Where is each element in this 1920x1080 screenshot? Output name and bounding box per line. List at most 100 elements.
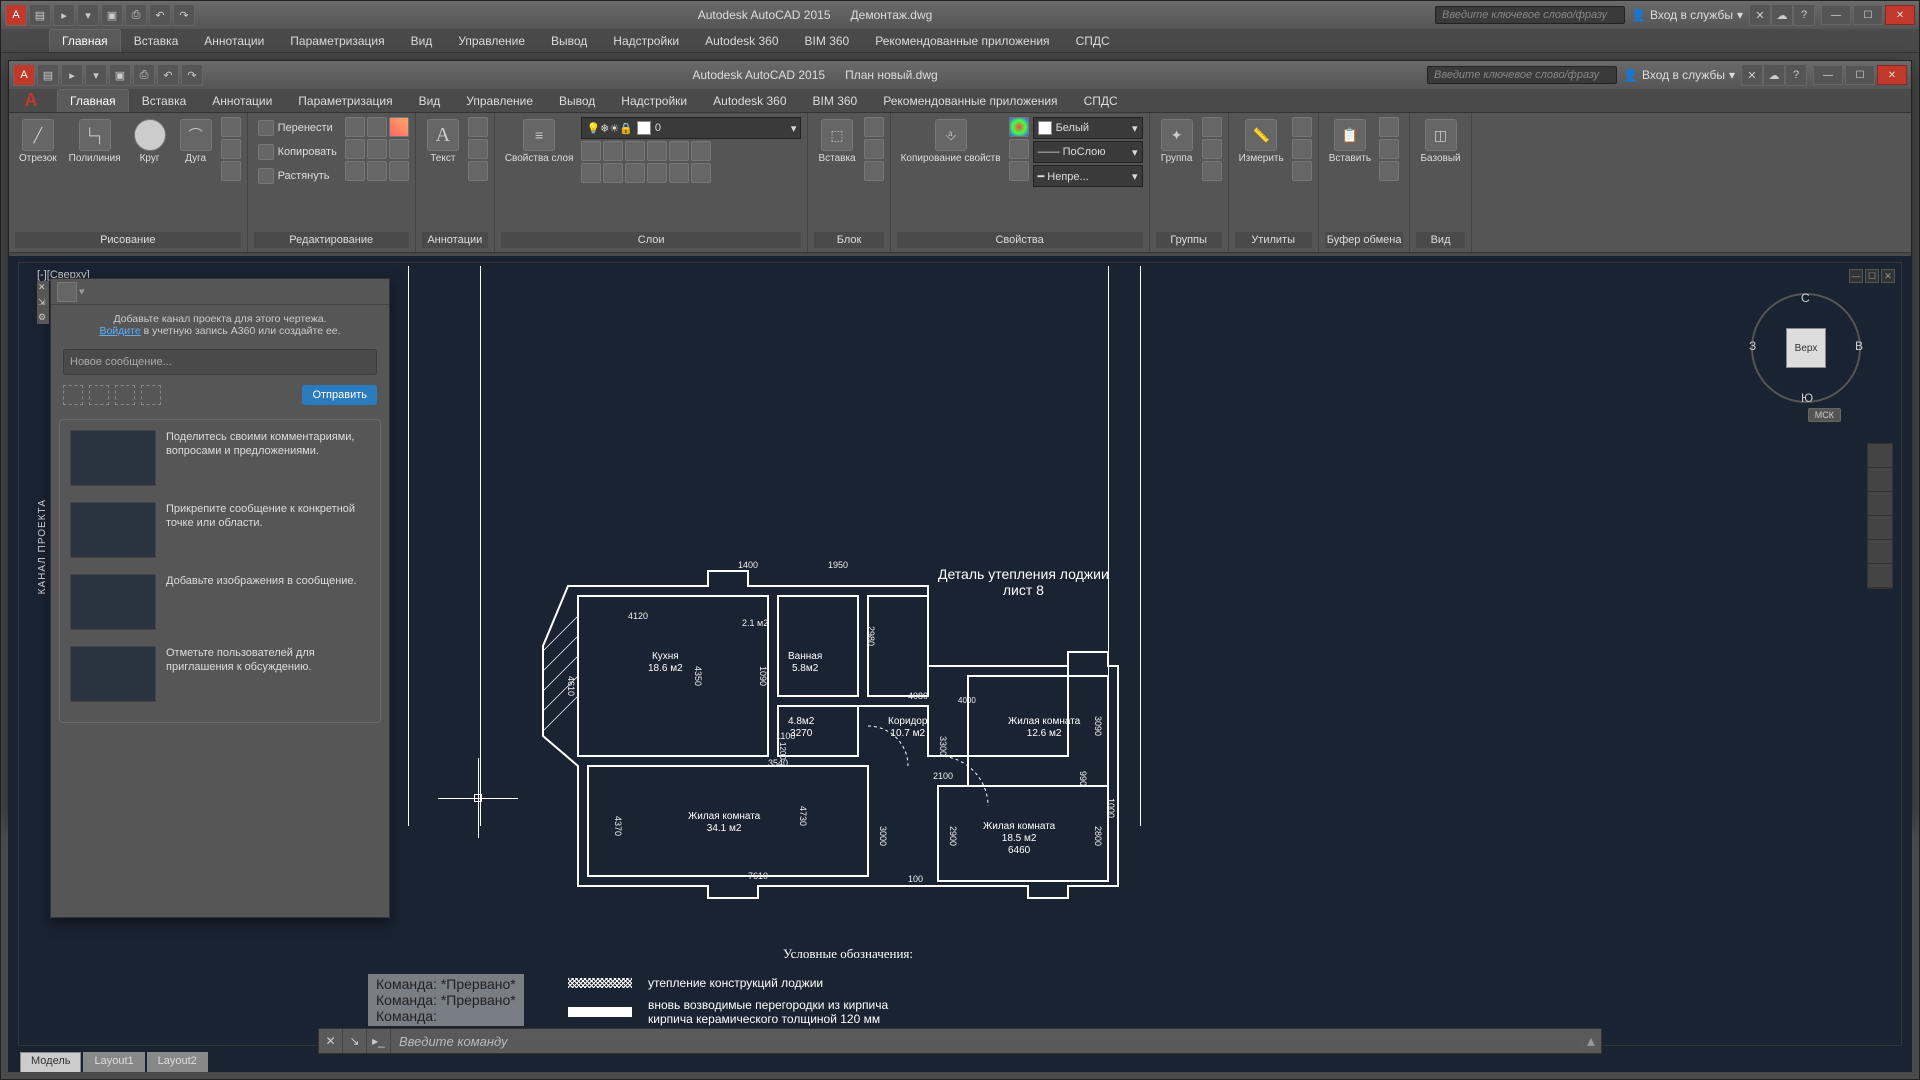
panel-annotation-title[interactable]: Аннотации bbox=[422, 232, 488, 248]
save-icon[interactable]: ▾ bbox=[85, 64, 107, 86]
minimize-button[interactable]: — bbox=[1821, 5, 1851, 25]
lineweight-combo[interactable]: ━ Непре...▾ bbox=[1033, 165, 1143, 187]
block-tool-icon[interactable] bbox=[864, 139, 884, 159]
app-menu-icon[interactable]: A bbox=[5, 4, 27, 26]
redo-icon[interactable]: ↷ bbox=[181, 64, 203, 86]
rotate-icon[interactable] bbox=[345, 117, 365, 137]
tab-spds[interactable]: СПДС bbox=[1063, 29, 1123, 52]
layer-tool-icon[interactable] bbox=[625, 163, 645, 183]
saveas-icon[interactable]: ▣ bbox=[101, 4, 123, 26]
group-button[interactable]: ✦Группа bbox=[1156, 117, 1198, 166]
cloud-icon[interactable]: ☁ bbox=[1763, 64, 1785, 86]
layer-tool-icon[interactable] bbox=[581, 163, 601, 183]
group-tool-icon[interactable] bbox=[1202, 139, 1222, 159]
table-icon[interactable] bbox=[468, 161, 488, 181]
help-icon[interactable]: ? bbox=[1785, 64, 1807, 86]
cmd-close-icon[interactable]: ✕ bbox=[319, 1029, 343, 1053]
layer-tool-icon[interactable] bbox=[647, 163, 667, 183]
layer-tool-icon[interactable] bbox=[669, 163, 689, 183]
wcs-badge[interactable]: МСК bbox=[1808, 408, 1841, 422]
exchange-icon[interactable]: ✕ bbox=[1741, 64, 1763, 86]
tab-bim360[interactable]: BIM 360 bbox=[792, 29, 863, 52]
modify-icon[interactable] bbox=[389, 139, 409, 159]
viewcube[interactable]: Верх С Ю В З bbox=[1751, 293, 1861, 403]
tab-home[interactable]: Главная bbox=[57, 89, 129, 112]
tab-annotate[interactable]: Аннотации bbox=[191, 29, 277, 52]
tab-insert[interactable]: Вставка bbox=[121, 29, 192, 52]
app-logo-icon[interactable]: A bbox=[11, 89, 51, 111]
panel-properties-title[interactable]: Свойства bbox=[897, 232, 1143, 248]
tab-manage[interactable]: Управление bbox=[445, 29, 538, 52]
saveas-icon[interactable]: ▣ bbox=[109, 64, 131, 86]
insert-block-button[interactable]: ⬚Вставка bbox=[814, 117, 859, 166]
panel-draw-title[interactable]: Рисование bbox=[15, 232, 241, 248]
group-tool-icon[interactable] bbox=[1202, 161, 1222, 181]
back-login[interactable]: 👤 Вход в службы ▾ bbox=[1625, 8, 1749, 22]
feed-close-icon[interactable]: ✕ bbox=[37, 281, 49, 294]
tab-apps[interactable]: Рекомендованные приложения bbox=[870, 89, 1070, 112]
panel-utilities-title[interactable]: Утилиты bbox=[1235, 232, 1312, 248]
layer-tool-icon[interactable] bbox=[625, 141, 645, 161]
block-tool-icon[interactable] bbox=[864, 117, 884, 137]
open-icon[interactable]: ▸ bbox=[61, 64, 83, 86]
command-input[interactable]: Введите команду bbox=[391, 1034, 1581, 1049]
layer-tool-icon[interactable] bbox=[603, 163, 623, 183]
layer-tool-icon[interactable] bbox=[603, 141, 623, 161]
color-combo[interactable]: Белый▾ bbox=[1033, 117, 1143, 139]
tab-spds[interactable]: СПДС bbox=[1071, 89, 1131, 112]
array-icon[interactable] bbox=[367, 161, 387, 181]
back-search-input[interactable]: Введите ключевое слово/фразу bbox=[1435, 6, 1625, 24]
front-search-input[interactable]: Введите ключевое слово/фразу bbox=[1427, 66, 1617, 84]
fillet-icon[interactable] bbox=[367, 139, 387, 159]
cmd-prompt-icon[interactable]: ▸_ bbox=[367, 1029, 391, 1053]
tab-bim360[interactable]: BIM 360 bbox=[800, 89, 871, 112]
layer-tool-icon[interactable] bbox=[581, 141, 601, 161]
feed-login-link[interactable]: Войдите bbox=[99, 325, 140, 337]
maximize-button[interactable]: ☐ bbox=[1845, 65, 1875, 85]
feed-pin-icon[interactable]: ⇲ bbox=[37, 296, 49, 309]
draw-extra-icon[interactable] bbox=[221, 161, 241, 181]
navigation-bar[interactable] bbox=[1867, 443, 1893, 589]
prop-tool-icon[interactable] bbox=[1009, 139, 1029, 159]
linetype-combo[interactable]: —— ПоСлою▾ bbox=[1033, 141, 1143, 163]
panel-modify-title[interactable]: Редактирование bbox=[254, 232, 409, 248]
minimize-button[interactable]: — bbox=[1813, 65, 1843, 85]
layer-props-button[interactable]: ≡Свойства слоя bbox=[501, 117, 578, 166]
tab-view[interactable]: Вид bbox=[398, 29, 446, 52]
mention-user-icon[interactable] bbox=[115, 385, 135, 405]
modify-icon[interactable] bbox=[389, 161, 409, 181]
feed-message-input[interactable]: Новое сообщение... bbox=[63, 349, 377, 375]
draw-extra-icon[interactable] bbox=[221, 139, 241, 159]
util-tool-icon[interactable] bbox=[1292, 139, 1312, 159]
layer-tool-icon[interactable] bbox=[691, 163, 711, 183]
viewcube-face[interactable]: Верх bbox=[1786, 328, 1826, 368]
vp-close-icon[interactable]: ✕ bbox=[1881, 269, 1895, 283]
util-tool-icon[interactable] bbox=[1292, 161, 1312, 181]
cmd-history-toggle[interactable]: ▴ bbox=[1581, 1031, 1601, 1051]
line-button[interactable]: ╱Отрезок bbox=[15, 117, 61, 166]
match-props-button[interactable]: ⎀Копирование свойств bbox=[897, 117, 1005, 166]
circle-button[interactable]: Круг bbox=[129, 117, 171, 166]
tab-manage[interactable]: Управление bbox=[453, 89, 546, 112]
feed-send-button[interactable]: Отправить bbox=[302, 385, 377, 405]
save-icon[interactable]: ▾ bbox=[77, 4, 99, 26]
block-tool-icon[interactable] bbox=[864, 161, 884, 181]
tab-a360[interactable]: Autodesk 360 bbox=[692, 29, 791, 52]
trim-icon[interactable] bbox=[367, 117, 387, 137]
app-menu-icon[interactable]: A bbox=[13, 64, 35, 86]
attach-pin-icon[interactable] bbox=[89, 385, 109, 405]
redo-icon[interactable]: ↷ bbox=[173, 4, 195, 26]
undo-icon[interactable]: ↶ bbox=[149, 4, 171, 26]
copy-clip-icon[interactable] bbox=[1379, 139, 1399, 159]
panel-layers-title[interactable]: Слои bbox=[501, 232, 802, 248]
attach-image-icon[interactable] bbox=[141, 385, 161, 405]
print-icon[interactable]: ⎙ bbox=[133, 64, 155, 86]
maximize-button[interactable]: ☐ bbox=[1853, 5, 1883, 25]
tab-layout1[interactable]: Layout1 bbox=[83, 1052, 144, 1072]
feed-opts-icon[interactable]: ⚙ bbox=[37, 311, 49, 324]
cut-icon[interactable] bbox=[1379, 117, 1399, 137]
exchange-icon[interactable]: ✕ bbox=[1749, 4, 1771, 26]
panel-view-title[interactable]: Вид bbox=[1416, 232, 1464, 248]
tab-layout2[interactable]: Layout2 bbox=[147, 1052, 208, 1072]
undo-icon[interactable]: ↶ bbox=[157, 64, 179, 86]
